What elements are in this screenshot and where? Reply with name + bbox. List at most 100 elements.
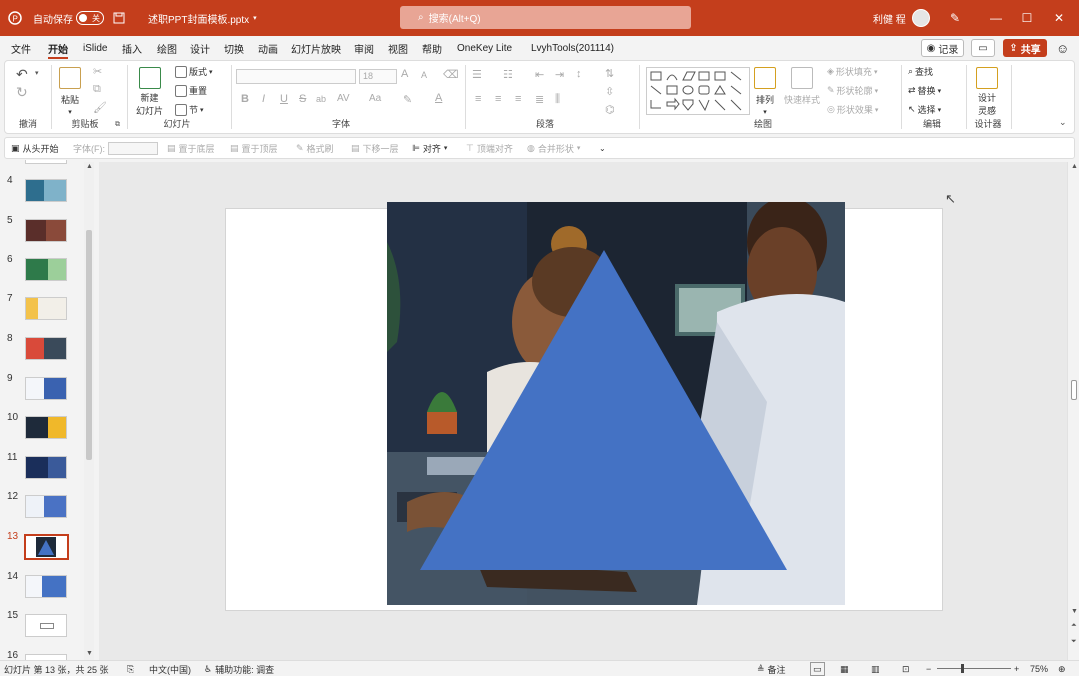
- scroll-thumb[interactable]: [1071, 380, 1077, 400]
- maximize-icon[interactable]: ☐: [1012, 0, 1042, 36]
- find-button[interactable]: ⌕ 查找: [908, 65, 933, 78]
- slide-thumbnail-13[interactable]: [24, 534, 69, 560]
- format-painter-icon[interactable]: 🖌: [93, 101, 107, 114]
- bring-to-front-button[interactable]: ▤ 置于顶层: [230, 138, 278, 158]
- tab-review[interactable]: 审阅: [354, 36, 374, 60]
- shadow-icon[interactable]: ab: [316, 94, 326, 104]
- smiley-icon[interactable]: ☺: [1056, 36, 1069, 60]
- spellcheck-icon[interactable]: ⎘: [127, 661, 134, 676]
- pen-icon[interactable]: ✎: [950, 0, 960, 36]
- bold-icon[interactable]: B: [241, 93, 249, 105]
- comments-button[interactable]: ▭: [971, 39, 995, 57]
- send-to-back-button[interactable]: ▤ 置于底层: [167, 138, 215, 158]
- replace-button[interactable]: ⇄ 替换 ▾: [908, 84, 941, 97]
- new-slide-button[interactable]: 新建 幻灯片: [136, 67, 163, 117]
- save-icon[interactable]: [113, 0, 125, 36]
- shrink-font-icon[interactable]: A: [421, 70, 427, 80]
- tab-file[interactable]: 文件: [11, 36, 31, 60]
- tab-islide[interactable]: iSlide: [83, 36, 107, 60]
- tab-help[interactable]: 帮助: [422, 36, 442, 60]
- zoom-slider-handle[interactable]: [961, 664, 964, 673]
- fit-to-window-icon[interactable]: ⊕: [1058, 661, 1066, 676]
- numbering-icon[interactable]: ☷: [503, 68, 513, 81]
- slide-thumbnail-8[interactable]: [25, 337, 67, 360]
- zoom-out-button[interactable]: −: [926, 661, 931, 676]
- undo-icon[interactable]: ↶: [16, 66, 28, 83]
- zoom-in-button[interactable]: +: [1014, 661, 1019, 676]
- align-text-icon[interactable]: ⇳: [605, 85, 614, 98]
- slide-editor[interactable]: ↖ ▲ ▼ ⏶ ⏷: [99, 162, 1079, 660]
- format-painter-button[interactable]: ✎ 格式刷: [296, 138, 334, 158]
- highlight-icon[interactable]: ✎: [403, 93, 412, 106]
- tab-view[interactable]: 视图: [388, 36, 408, 60]
- font-name-field[interactable]: [236, 69, 356, 84]
- align-center-icon[interactable]: ≡: [495, 93, 501, 105]
- char-spacing-icon[interactable]: AV: [337, 93, 350, 104]
- slide-thumbnail-12[interactable]: [25, 495, 67, 518]
- slide-thumbnail-10[interactable]: [25, 416, 67, 439]
- search-box[interactable]: ⌕ 搜索(Alt+Q): [400, 6, 691, 29]
- shape-effects-button[interactable]: ◎ 形状效果 ▾: [827, 103, 878, 116]
- user-avatar[interactable]: [912, 0, 930, 36]
- normal-view-icon[interactable]: ▭: [810, 662, 825, 676]
- smartart-icon[interactable]: ⌬: [605, 103, 615, 116]
- collapse-ribbon-icon[interactable]: ⌄: [1059, 117, 1067, 128]
- slide-sorter-icon[interactable]: ▦: [840, 661, 849, 676]
- bullets-icon[interactable]: ☰: [472, 68, 482, 81]
- justify-icon[interactable]: ≣: [535, 93, 544, 106]
- grow-font-icon[interactable]: A: [401, 68, 408, 80]
- shape-outline-button[interactable]: ✎ 形状轮廓 ▾: [827, 84, 878, 97]
- slide-thumbnail-4[interactable]: [25, 179, 67, 202]
- minimize-icon[interactable]: —: [981, 0, 1011, 36]
- select-button[interactable]: ↖ 选择 ▾: [908, 103, 941, 116]
- slide-thumbnail-9[interactable]: [25, 377, 67, 400]
- font-select[interactable]: [108, 138, 158, 158]
- copy-icon[interactable]: ⧉: [93, 83, 101, 96]
- scroll-down-icon[interactable]: ▼: [86, 650, 93, 657]
- change-case-icon[interactable]: Aa: [369, 93, 381, 104]
- redo-icon[interactable]: ↻: [16, 84, 28, 101]
- font-color-icon[interactable]: A: [435, 92, 442, 104]
- tab-design[interactable]: 设计: [190, 36, 210, 60]
- design-ideas-button[interactable]: 设计 灵感: [976, 67, 998, 117]
- record-button[interactable]: ◉ 记录: [921, 39, 964, 57]
- align-button[interactable]: ⊫ 对齐 ▾: [412, 138, 447, 158]
- merge-shapes-button[interactable]: ◍ 合并形状 ▾: [527, 138, 580, 158]
- previous-slide-icon[interactable]: ⏶: [1071, 622, 1077, 630]
- tab-lvyhtools[interactable]: LvyhTools(201114): [531, 36, 614, 60]
- paste-button[interactable]: 粘贴 ▾: [59, 67, 81, 116]
- triangle-shape[interactable]: [418, 248, 789, 571]
- slide-thumbnail-15[interactable]: [25, 614, 67, 637]
- scroll-up-icon[interactable]: ▲: [1071, 163, 1078, 170]
- language-indicator[interactable]: 中文(中国): [149, 661, 191, 676]
- editor-scrollbar[interactable]: ▲ ▼ ⏶ ⏷: [1067, 162, 1079, 660]
- line-spacing-icon[interactable]: ↕: [576, 68, 582, 80]
- slide-thumbnail-11[interactable]: [25, 456, 67, 479]
- clear-format-icon[interactable]: ⌫: [443, 68, 459, 81]
- notes-button[interactable]: ≜ 备注: [757, 661, 786, 676]
- slide-thumbnail-5[interactable]: [25, 219, 67, 242]
- autosave-toggle[interactable]: 关: [76, 0, 104, 36]
- close-icon[interactable]: ✕: [1044, 0, 1074, 36]
- reset-button[interactable]: 重置: [175, 84, 207, 97]
- columns-icon[interactable]: ⫼: [555, 93, 560, 106]
- decrease-indent-icon[interactable]: ⇤: [535, 68, 544, 81]
- quick-styles-button[interactable]: 快速样式: [784, 67, 820, 106]
- cut-icon[interactable]: ✂: [93, 65, 102, 78]
- file-name[interactable]: 述职PPT封面模板.pptx ▾: [148, 0, 257, 36]
- tab-transitions[interactable]: 切换: [224, 36, 244, 60]
- tab-slideshow[interactable]: 幻灯片放映: [291, 36, 341, 60]
- arrange-button[interactable]: 排列 ▾: [754, 67, 776, 116]
- scroll-down-icon[interactable]: ▼: [1071, 608, 1078, 615]
- chevron-down-icon[interactable]: ▾: [35, 69, 39, 77]
- shape-fill-button[interactable]: ◈ 形状填充 ▾: [827, 65, 877, 78]
- underline-icon[interactable]: U: [280, 93, 288, 105]
- increase-indent-icon[interactable]: ⇥: [555, 68, 564, 81]
- user-name[interactable]: 利健 程: [873, 0, 906, 36]
- reading-view-icon[interactable]: ▥: [871, 661, 880, 676]
- share-button[interactable]: ⇪ 共享: [1003, 39, 1047, 57]
- send-backward-button[interactable]: ▤ 下移一层: [351, 138, 399, 158]
- italic-icon[interactable]: I: [262, 93, 265, 105]
- align-top-button[interactable]: ⊤ 顶端对齐: [466, 138, 513, 158]
- accessibility-button[interactable]: ♿ 辅助功能: 调查: [204, 661, 274, 676]
